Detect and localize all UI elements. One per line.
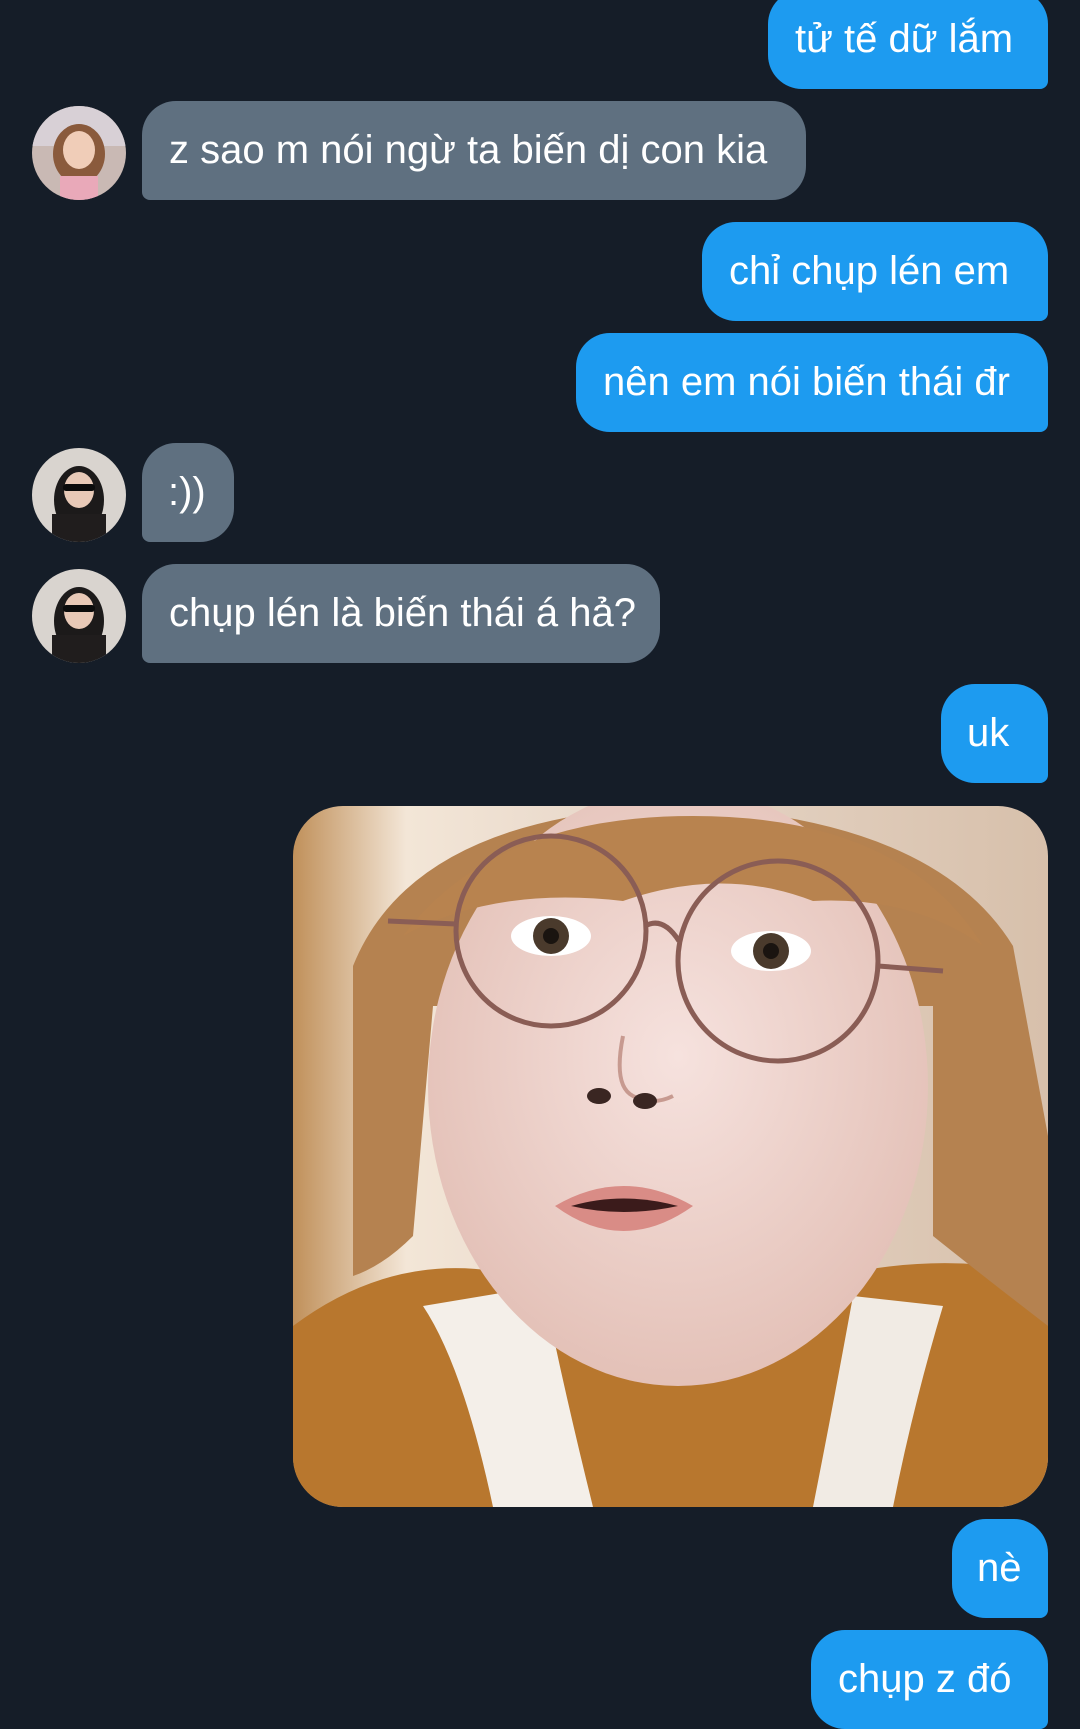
message-bubble-outgoing[interactable]: uk: [941, 684, 1048, 783]
message-bubble-outgoing[interactable]: chỉ chụp lén em: [702, 222, 1048, 321]
shared-photo[interactable]: [293, 806, 1048, 1507]
message-bubble-incoming[interactable]: chụp lén là biến thái á hả?: [142, 564, 660, 663]
contact-avatar[interactable]: [32, 448, 126, 542]
message-bubble-outgoing[interactable]: nên em nói biến thái đr: [576, 333, 1048, 432]
message-bubble-outgoing[interactable]: chụp z đó: [811, 1630, 1048, 1729]
message-bubble-outgoing[interactable]: nè: [952, 1519, 1048, 1618]
message-bubble-incoming[interactable]: :)): [142, 443, 234, 542]
message-bubble-incoming[interactable]: z sao m nói ngừ ta biến dị con kia: [142, 101, 806, 200]
message-bubble-outgoing[interactable]: tử tế dữ lắm: [768, 0, 1048, 89]
contact-avatar[interactable]: [32, 106, 126, 200]
contact-avatar[interactable]: [32, 569, 126, 663]
